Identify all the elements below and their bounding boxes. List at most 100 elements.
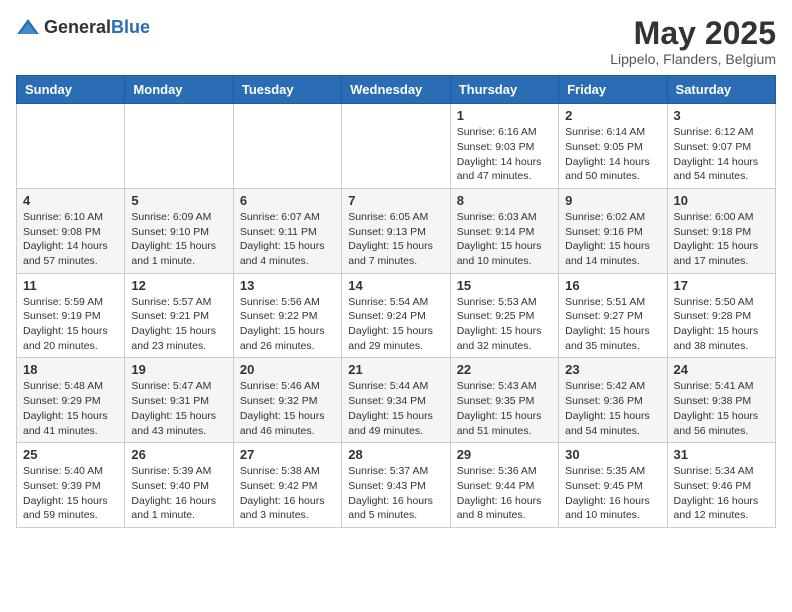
calendar-cell: 19 Sunrise: 5:47 AMSunset: 9:31 PMDayligh… (125, 358, 233, 443)
day-info: Sunrise: 5:37 AMSunset: 9:43 PMDaylight:… (348, 464, 443, 523)
calendar-cell: 3 Sunrise: 6:12 AMSunset: 9:07 PMDaylight… (667, 104, 775, 189)
day-info: Sunrise: 5:51 AMSunset: 9:27 PMDaylight:… (565, 295, 660, 354)
day-number: 7 (348, 193, 443, 208)
day-info: Sunrise: 6:05 AMSunset: 9:13 PMDaylight:… (348, 210, 443, 269)
day-number: 23 (565, 362, 660, 377)
calendar-week-3: 11 Sunrise: 5:59 AMSunset: 9:19 PMDayligh… (17, 273, 776, 358)
calendar-week-2: 4 Sunrise: 6:10 AMSunset: 9:08 PMDaylight… (17, 188, 776, 273)
day-number: 19 (131, 362, 226, 377)
calendar-cell: 11 Sunrise: 5:59 AMSunset: 9:19 PMDayligh… (17, 273, 125, 358)
header-row: SundayMondayTuesdayWednesdayThursdayFrid… (17, 76, 776, 104)
day-info: Sunrise: 5:34 AMSunset: 9:46 PMDaylight:… (674, 464, 769, 523)
calendar-cell: 12 Sunrise: 5:57 AMSunset: 9:21 PMDayligh… (125, 273, 233, 358)
page-header: GeneralBlue May 2025 Lippelo, Flanders, … (16, 16, 776, 67)
calendar-cell: 13 Sunrise: 5:56 AMSunset: 9:22 PMDayligh… (233, 273, 341, 358)
day-info: Sunrise: 5:41 AMSunset: 9:38 PMDaylight:… (674, 379, 769, 438)
day-number: 31 (674, 447, 769, 462)
day-info: Sunrise: 5:39 AMSunset: 9:40 PMDaylight:… (131, 464, 226, 523)
calendar-cell: 18Sunrise: 5:48 AMSunset: 9:29 PMDayligh… (17, 358, 125, 443)
day-info: Sunrise: 6:14 AMSunset: 9:05 PMDaylight:… (565, 125, 660, 184)
calendar-cell: 20 Sunrise: 5:46 AMSunset: 9:32 PMDayligh… (233, 358, 341, 443)
day-number: 30 (565, 447, 660, 462)
day-info: Sunrise: 5:50 AMSunset: 9:28 PMDaylight:… (674, 295, 769, 354)
column-header-saturday: Saturday (667, 76, 775, 104)
calendar-cell: 16Sunrise: 5:51 AMSunset: 9:27 PMDayligh… (559, 273, 667, 358)
day-number: 9 (565, 193, 660, 208)
day-number: 24 (674, 362, 769, 377)
month-year-title: May 2025 (610, 16, 776, 51)
day-info: Sunrise: 6:02 AMSunset: 9:16 PMDaylight:… (565, 210, 660, 269)
calendar-cell: 14 Sunrise: 5:54 AMSunset: 9:24 PMDayligh… (342, 273, 450, 358)
calendar-cell: 22Sunrise: 5:43 AMSunset: 9:35 PMDayligh… (450, 358, 558, 443)
calendar-cell: 9 Sunrise: 6:02 AMSunset: 9:16 PMDaylight… (559, 188, 667, 273)
day-number: 27 (240, 447, 335, 462)
column-header-friday: Friday (559, 76, 667, 104)
day-number: 20 (240, 362, 335, 377)
calendar-cell: 29Sunrise: 5:36 AMSunset: 9:44 PMDayligh… (450, 443, 558, 528)
calendar-cell: 30Sunrise: 5:35 AMSunset: 9:45 PMDayligh… (559, 443, 667, 528)
calendar-cell (125, 104, 233, 189)
day-number: 4 (23, 193, 118, 208)
day-number: 3 (674, 108, 769, 123)
calendar-week-4: 18Sunrise: 5:48 AMSunset: 9:29 PMDayligh… (17, 358, 776, 443)
logo-general: General (44, 17, 111, 37)
day-number: 26 (131, 447, 226, 462)
calendar-cell (342, 104, 450, 189)
column-header-wednesday: Wednesday (342, 76, 450, 104)
calendar-cell: 10Sunrise: 6:00 AMSunset: 9:18 PMDayligh… (667, 188, 775, 273)
calendar-cell: 25Sunrise: 5:40 AMSunset: 9:39 PMDayligh… (17, 443, 125, 528)
day-number: 17 (674, 278, 769, 293)
day-info: Sunrise: 6:09 AMSunset: 9:10 PMDaylight:… (131, 210, 226, 269)
calendar-cell: 21Sunrise: 5:44 AMSunset: 9:34 PMDayligh… (342, 358, 450, 443)
day-info: Sunrise: 5:56 AMSunset: 9:22 PMDaylight:… (240, 295, 335, 354)
column-header-monday: Monday (125, 76, 233, 104)
day-number: 14 (348, 278, 443, 293)
day-info: Sunrise: 5:54 AMSunset: 9:24 PMDaylight:… (348, 295, 443, 354)
day-number: 2 (565, 108, 660, 123)
day-info: Sunrise: 5:47 AMSunset: 9:31 PMDaylight:… (131, 379, 226, 438)
calendar-cell: 27 Sunrise: 5:38 AMSunset: 9:42 PMDayligh… (233, 443, 341, 528)
day-number: 18 (23, 362, 118, 377)
logo: GeneralBlue (16, 16, 150, 40)
day-number: 21 (348, 362, 443, 377)
column-header-thursday: Thursday (450, 76, 558, 104)
day-info: Sunrise: 5:59 AMSunset: 9:19 PMDaylight:… (23, 295, 118, 354)
day-number: 22 (457, 362, 552, 377)
calendar-cell: 31 Sunrise: 5:34 AMSunset: 9:46 PMDayligh… (667, 443, 775, 528)
day-number: 28 (348, 447, 443, 462)
calendar-cell: 28 Sunrise: 5:37 AMSunset: 9:43 PMDayligh… (342, 443, 450, 528)
day-info: Sunrise: 6:07 AMSunset: 9:11 PMDaylight:… (240, 210, 335, 269)
calendar-cell: 2 Sunrise: 6:14 AMSunset: 9:05 PMDaylight… (559, 104, 667, 189)
day-info: Sunrise: 6:10 AMSunset: 9:08 PMDaylight:… (23, 210, 118, 269)
day-number: 29 (457, 447, 552, 462)
day-number: 6 (240, 193, 335, 208)
day-number: 11 (23, 278, 118, 293)
day-info: Sunrise: 5:46 AMSunset: 9:32 PMDaylight:… (240, 379, 335, 438)
calendar-cell (17, 104, 125, 189)
day-info: Sunrise: 5:42 AMSunset: 9:36 PMDaylight:… (565, 379, 660, 438)
logo-icon (16, 16, 40, 40)
day-info: Sunrise: 5:57 AMSunset: 9:21 PMDaylight:… (131, 295, 226, 354)
day-number: 15 (457, 278, 552, 293)
calendar-week-1: 1Sunrise: 6:16 AMSunset: 9:03 PMDaylight… (17, 104, 776, 189)
calendar-cell: 17 Sunrise: 5:50 AMSunset: 9:28 PMDayligh… (667, 273, 775, 358)
day-number: 12 (131, 278, 226, 293)
calendar-table: SundayMondayTuesdayWednesdayThursdayFrid… (16, 75, 776, 528)
calendar-cell: 1Sunrise: 6:16 AMSunset: 9:03 PMDaylight… (450, 104, 558, 189)
calendar-week-5: 25Sunrise: 5:40 AMSunset: 9:39 PMDayligh… (17, 443, 776, 528)
day-info: Sunrise: 6:16 AMSunset: 9:03 PMDaylight:… (457, 125, 552, 184)
location-subtitle: Lippelo, Flanders, Belgium (610, 51, 776, 67)
calendar-body: 1Sunrise: 6:16 AMSunset: 9:03 PMDaylight… (17, 104, 776, 528)
day-info: Sunrise: 5:38 AMSunset: 9:42 PMDaylight:… (240, 464, 335, 523)
logo-blue: Blue (111, 17, 150, 37)
day-number: 13 (240, 278, 335, 293)
calendar-cell: 4 Sunrise: 6:10 AMSunset: 9:08 PMDaylight… (17, 188, 125, 273)
calendar-cell: 5 Sunrise: 6:09 AMSunset: 9:10 PMDaylight… (125, 188, 233, 273)
day-number: 5 (131, 193, 226, 208)
day-info: Sunrise: 5:40 AMSunset: 9:39 PMDaylight:… (23, 464, 118, 523)
day-number: 10 (674, 193, 769, 208)
calendar-header: SundayMondayTuesdayWednesdayThursdayFrid… (17, 76, 776, 104)
column-header-sunday: Sunday (17, 76, 125, 104)
day-info: Sunrise: 6:12 AMSunset: 9:07 PMDaylight:… (674, 125, 769, 184)
calendar-cell: 6 Sunrise: 6:07 AMSunset: 9:11 PMDaylight… (233, 188, 341, 273)
